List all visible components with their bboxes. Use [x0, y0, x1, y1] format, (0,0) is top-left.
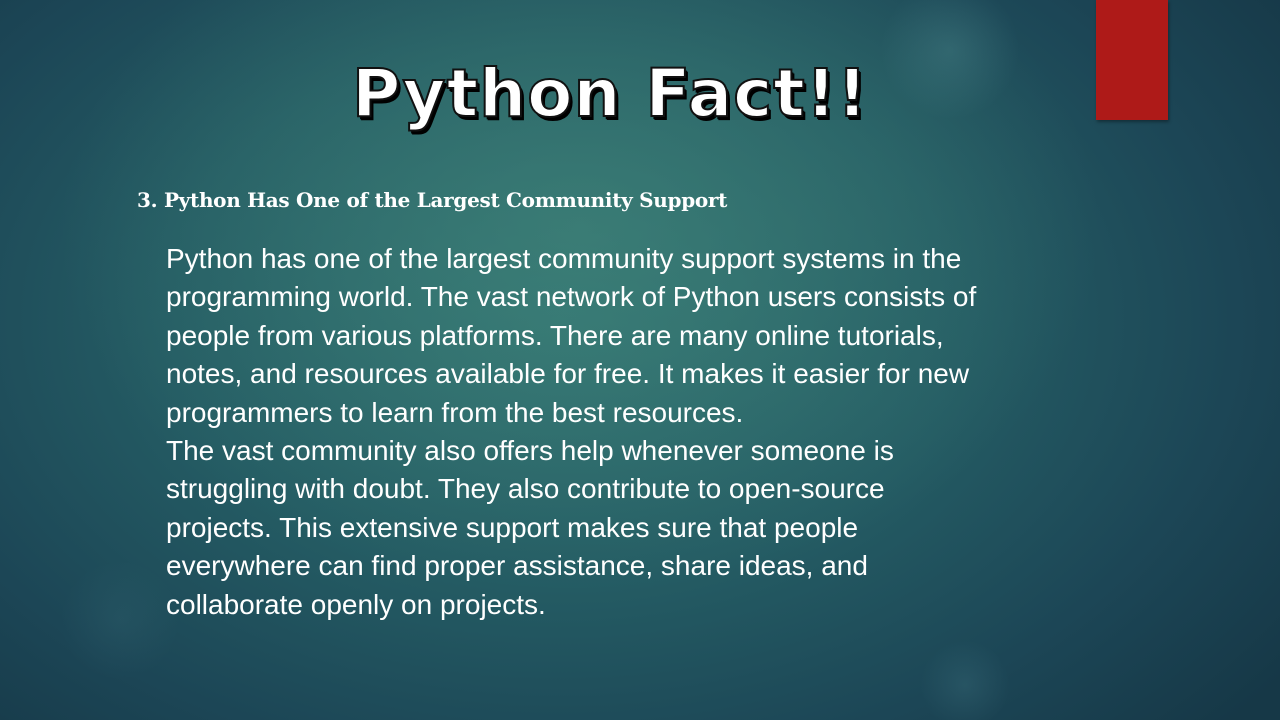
bokeh-decoration	[920, 640, 1010, 720]
body-line: Python has one of the largest community …	[166, 243, 962, 274]
slide-subtitle: 3. Python Has One of the Largest Communi…	[137, 188, 728, 212]
body-line: collaborate openly on projects.	[166, 588, 546, 620]
body-line: struggling with doubt. They also contrib…	[166, 473, 885, 505]
body-line: notes, and resources available for free.…	[166, 358, 970, 390]
bokeh-decoration	[60, 560, 180, 680]
body-line: everywhere can find proper assistance, s…	[166, 550, 868, 582]
slide-title: Python Fact!!	[351, 54, 869, 133]
body-line: programmers to learn from the best resou…	[166, 396, 744, 428]
body-line: projects. This extensive support makes s…	[166, 511, 859, 543]
slide-background: Python Fact!! 3. Python Has One of the L…	[0, 0, 1280, 720]
body-line: people from various platforms. There are…	[166, 319, 944, 351]
body-text: Python has one of the largest community …	[166, 240, 1126, 624]
body-line: The vast community also offers help when…	[166, 435, 894, 467]
body-line: programming world. The vast network of P…	[166, 281, 977, 313]
